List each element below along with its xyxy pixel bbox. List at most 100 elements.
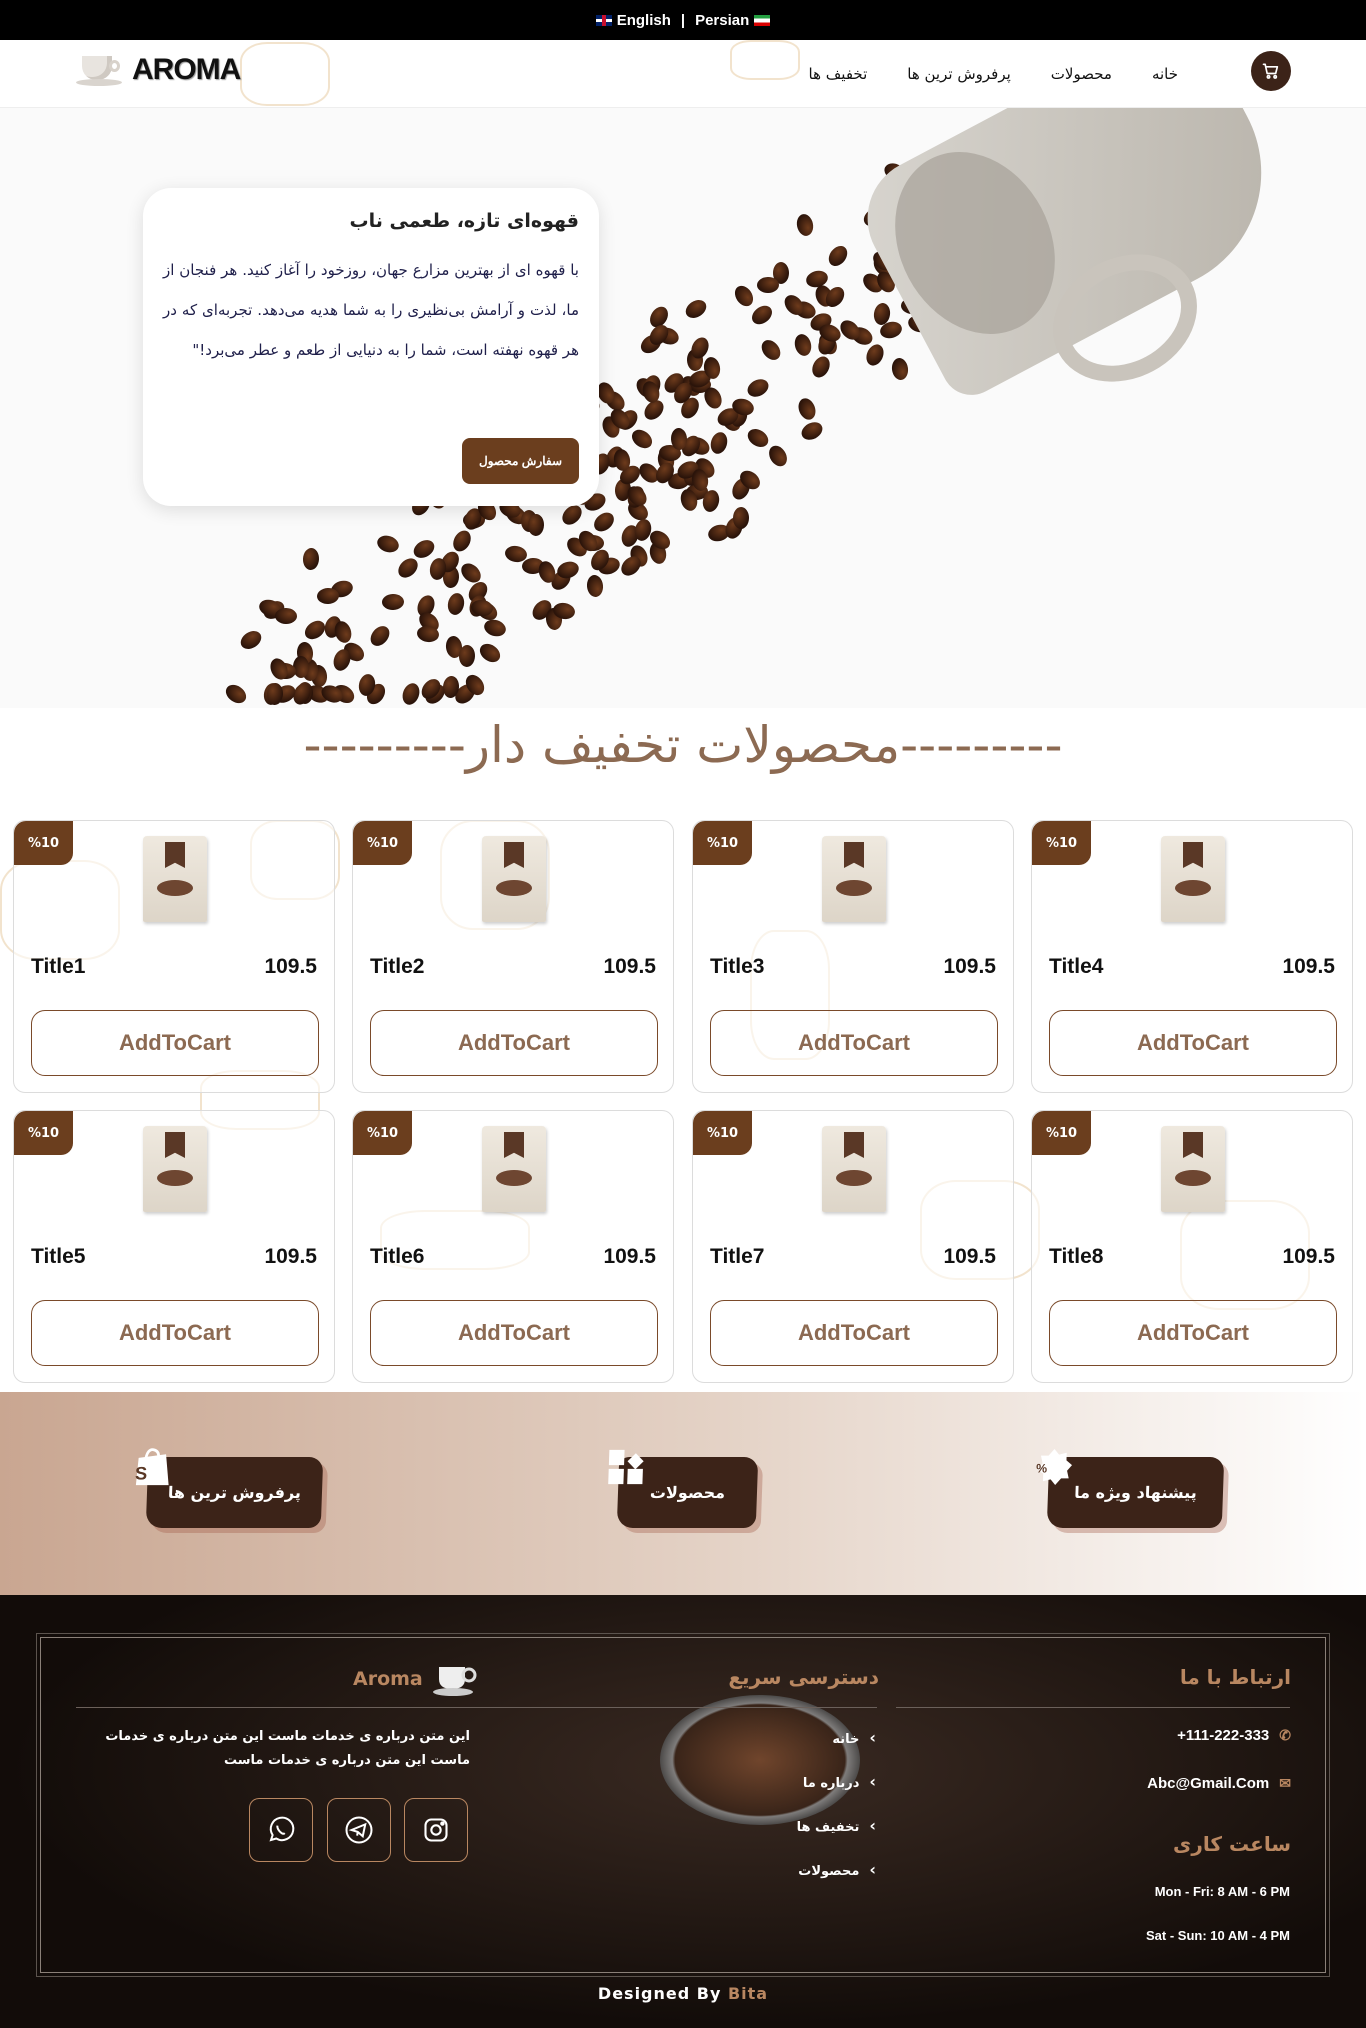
add-to-cart-button[interactable]: AddToCart	[1049, 1300, 1337, 1366]
mail-icon: ✉	[1279, 1775, 1291, 1791]
email-address: Abc@Gmail.Com	[1147, 1775, 1270, 1792]
add-to-cart-button[interactable]: AddToCart	[710, 1010, 998, 1076]
contact-email[interactable]: Abc@Gmail.Com ✉	[1147, 1775, 1291, 1792]
add-to-cart-button[interactable]: AddToCart	[370, 1010, 658, 1076]
coffee-bean	[482, 616, 509, 639]
product-title: Title2	[370, 955, 425, 978]
coffee-bean	[744, 425, 772, 451]
uk-flag-icon	[595, 14, 612, 26]
coffee-cup-icon	[76, 50, 124, 90]
coffee-bean	[756, 276, 779, 294]
hero-section: قهوه‌ای تازه، طعمی ناب با قهوه ای از بهت…	[0, 108, 1366, 708]
coffee-bean	[748, 301, 776, 328]
add-to-cart-button[interactable]: AddToCart	[31, 1300, 319, 1366]
hero-card: قهوه‌ای تازه، طعمی ناب با قهوه ای از بهت…	[143, 188, 599, 506]
telegram-button[interactable]	[327, 1798, 391, 1862]
add-to-cart-button[interactable]: AddToCart	[710, 1300, 998, 1366]
features-band: S پرفروش ترین ها محصولات % پیشنهاد ویژه …	[0, 1392, 1366, 1595]
product-card: %10 Title3 109.5 AddToCart	[692, 820, 1014, 1093]
product-card: %10 Title2 109.5 AddToCart	[352, 820, 674, 1093]
coffee-bag-image	[822, 1126, 886, 1212]
feature-products-label: محصولات	[649, 1483, 726, 1502]
coffee-bean	[301, 548, 320, 571]
nav-products[interactable]: محصولات	[1051, 65, 1112, 83]
quick-access-divider	[441, 1707, 877, 1708]
discount-badge: %10	[353, 821, 412, 865]
coffee-bean	[459, 645, 476, 668]
coffee-bean	[808, 353, 833, 381]
shopify-bag-icon: S	[135, 1448, 169, 1486]
brand-logo[interactable]: AROMA	[76, 50, 241, 90]
coffee-bag-image	[482, 836, 546, 922]
coffee-bean	[410, 536, 438, 562]
lang-english[interactable]: English	[595, 11, 671, 29]
cart-icon	[1262, 63, 1279, 79]
discount-badge: %10	[693, 1111, 752, 1155]
coffee-bean	[366, 622, 394, 650]
coffee-bean	[585, 574, 604, 598]
product-price: 109.5	[1282, 1245, 1335, 1268]
footer-link-products[interactable]: محصولات	[798, 1860, 876, 1879]
coffee-bean	[744, 375, 772, 401]
cart-button[interactable]	[1251, 51, 1291, 91]
telegram-icon	[345, 1816, 373, 1844]
product-card: %10 Title5 109.5 AddToCart	[13, 1110, 335, 1383]
coffee-sketch-decoration	[240, 42, 330, 106]
add-to-cart-button[interactable]: AddToCart	[31, 1010, 319, 1076]
whatsapp-button[interactable]	[249, 1798, 313, 1862]
feature-bestsellers[interactable]: S پرفروش ترین ها	[135, 1448, 324, 1528]
brand-name: AROMA	[132, 53, 241, 86]
product-card: %10 Title7 109.5 AddToCart	[692, 1110, 1014, 1383]
footer-link-discounts[interactable]: تخفیف ها	[797, 1816, 876, 1835]
product-price: 109.5	[943, 1245, 996, 1268]
instagram-button[interactable]	[404, 1798, 468, 1862]
discount-badge: %10	[1032, 821, 1091, 865]
coffee-bean	[708, 429, 730, 456]
hours-weekday: Mon - Fri: 8 AM - 6 PM	[1154, 1884, 1290, 1899]
coffee-cup-icon	[432, 1667, 477, 1696]
product-card: %10 Title1 109.5 AddToCart	[13, 820, 335, 1093]
coffee-bean	[301, 617, 329, 644]
coffee-bean	[798, 418, 826, 444]
discount-badge: %10	[693, 821, 752, 865]
product-title: Title8	[1049, 1245, 1104, 1268]
coffee-bean	[292, 655, 310, 678]
contact-title: ارتباط با ما	[1179, 1665, 1291, 1689]
coffee-bean	[628, 425, 656, 452]
add-to-cart-button[interactable]: AddToCart	[370, 1300, 658, 1366]
discount-gear-icon: %	[1036, 1448, 1073, 1486]
coffee-bag-image	[1161, 836, 1225, 922]
nav-links: خانه محصولات پرفروش ترین ها تخفیف ها	[809, 40, 1178, 108]
hours-title: ساعت کاری	[1173, 1832, 1291, 1856]
coffee-bean	[382, 593, 405, 611]
add-to-cart-button[interactable]: AddToCart	[1049, 1010, 1337, 1076]
nav-bestsellers[interactable]: پرفروش ترین ها	[907, 65, 1011, 83]
footer-link-about[interactable]: درباره ما	[803, 1772, 876, 1791]
feature-products[interactable]: محصولات	[608, 1449, 759, 1528]
order-product-button[interactable]: سفارش محصول	[462, 438, 579, 484]
credit-prefix: Designed By	[597, 1984, 722, 2003]
feature-special-offer[interactable]: % پیشنهاد ویژه ما	[1036, 1448, 1225, 1528]
coffee-bean	[476, 639, 504, 666]
product-price: 109.5	[264, 955, 317, 978]
product-title: Title1	[31, 955, 86, 978]
feature-special-offer-label: پیشنهاد ویژه ما	[1073, 1483, 1198, 1502]
feature-bestsellers-label: پرفروش ترین ها	[167, 1483, 302, 1502]
contact-phone[interactable]: +111-222-333 ✆	[1177, 1727, 1291, 1744]
nav-home[interactable]: خانه	[1152, 65, 1178, 83]
nav-discounts[interactable]: تخفیف ها	[809, 65, 868, 83]
coffee-bean	[825, 242, 852, 270]
lang-english-label: English	[616, 11, 671, 29]
discount-section-title: ---------محصولات تخفیف دار---------	[303, 716, 1063, 774]
footer-link-home[interactable]: خانه	[832, 1728, 876, 1747]
credit-name[interactable]: Bita	[728, 1984, 768, 2003]
coffee-bag-image	[143, 836, 207, 922]
product-title: Title5	[31, 1245, 86, 1268]
footer: ارتباط با ما +111-222-333 ✆ Abc@Gmail.Co…	[0, 1595, 1366, 2028]
lang-persian[interactable]: Persian	[695, 12, 771, 29]
coffee-bean	[446, 591, 467, 616]
product-title: Title7	[710, 1245, 765, 1268]
coffee-bean	[758, 336, 785, 365]
product-price: 109.5	[264, 1245, 317, 1268]
quick-access-title: دسترسی سریع	[728, 1665, 879, 1689]
